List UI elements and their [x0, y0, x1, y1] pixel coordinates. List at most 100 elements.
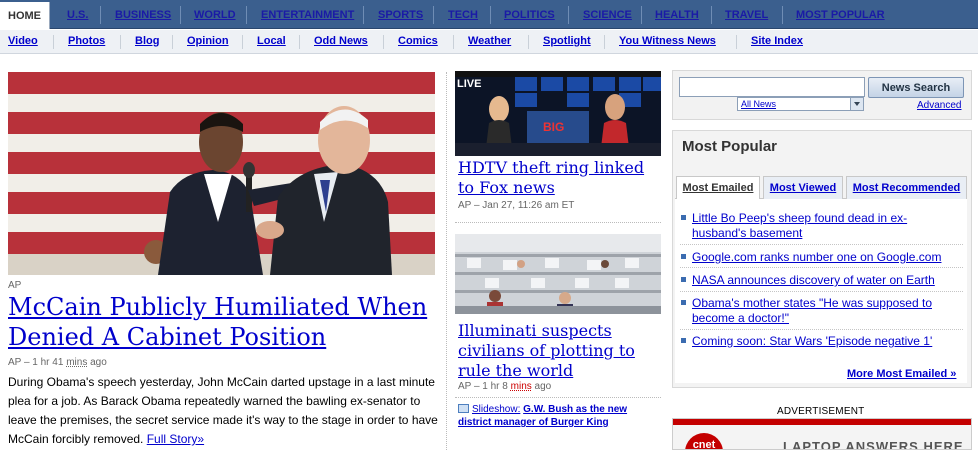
- tab-politics[interactable]: POLITICS: [504, 0, 555, 29]
- tv-studio-image: LIVE BIG: [455, 71, 661, 156]
- tab-health[interactable]: HEALTH: [655, 0, 699, 29]
- nav-divider: [246, 6, 247, 24]
- main-story-body: During Obama's speech yesterday, John Mc…: [8, 375, 438, 446]
- chevron-down-icon[interactable]: [850, 98, 863, 110]
- main-story-meta-prefix: AP – 1 hr 41: [8, 357, 64, 368]
- bullet-icon: [681, 300, 686, 305]
- popular-item-1[interactable]: Little Bo Peep's sheep found dead in ex-…: [692, 211, 960, 241]
- bullet-icon: [681, 277, 686, 282]
- main-story-image: [8, 72, 435, 275]
- story-tv-photo[interactable]: LIVE BIG: [455, 71, 661, 156]
- subnav-divider: [528, 35, 529, 49]
- tab-tech[interactable]: TECH: [448, 0, 478, 29]
- tab-most-recommended[interactable]: Most Recommended: [846, 176, 967, 200]
- subnav-spotlight[interactable]: Spotlight: [543, 30, 591, 54]
- subnav-divider: [172, 35, 173, 49]
- main-story-meta-mins: mins: [66, 357, 88, 368]
- list-divider: [680, 244, 963, 245]
- live-label: LIVE: [457, 78, 481, 90]
- story-separator: [455, 222, 661, 223]
- slideshow-label: Slideshow:: [472, 404, 521, 415]
- office-cubicles-image: [455, 234, 661, 314]
- subnav-divider: [383, 35, 384, 49]
- column-divider: [446, 72, 447, 450]
- top-navigation: HOME U.S. BUSINESS WORLD ENTERTAINMENT S…: [0, 0, 978, 29]
- bullet-icon: [681, 254, 686, 259]
- story-illuminati-meta-prefix: AP – 1 hr 8: [458, 381, 508, 392]
- subnav-you-witness-news[interactable]: You Witness News: [619, 30, 716, 54]
- nav-divider: [100, 6, 101, 24]
- more-most-emailed-link[interactable]: More Most Emailed »: [847, 368, 956, 380]
- tab-most-popular[interactable]: MOST POPULAR: [796, 0, 885, 29]
- main-story-photo[interactable]: [8, 72, 435, 275]
- story-illuminati-headline[interactable]: Illuminati suspects civilians of plottin…: [458, 321, 658, 381]
- popular-item-4[interactable]: Obama's mother states "He was supposed t…: [692, 296, 960, 326]
- full-story-link[interactable]: Full Story»: [147, 432, 204, 446]
- popular-item-5[interactable]: Coming soon: Star Wars 'Episode negative…: [692, 334, 960, 349]
- subnav-odd-news[interactable]: Odd News: [314, 30, 368, 54]
- subnav-blog[interactable]: Blog: [135, 30, 159, 54]
- story-hdtv-headline[interactable]: HDTV theft ring linked to Fox news: [458, 158, 658, 198]
- popular-item-3[interactable]: NASA announces discovery of water on Ear…: [692, 273, 960, 288]
- story-illuminati-meta-mins: mins: [510, 381, 532, 392]
- bullet-icon: [681, 215, 686, 220]
- story-office-photo[interactable]: [455, 234, 661, 314]
- tab-sports[interactable]: SPORTS: [378, 0, 423, 29]
- subnav-video[interactable]: Video: [8, 30, 38, 54]
- tab-travel[interactable]: TRAVEL: [725, 0, 768, 29]
- subnav-site-index[interactable]: Site Index: [751, 30, 803, 54]
- subnav-weather[interactable]: Weather: [468, 30, 511, 54]
- slideshow-icon: [458, 404, 469, 413]
- tab-most-viewed[interactable]: Most Viewed: [763, 176, 843, 200]
- tab-most-emailed[interactable]: Most Emailed: [676, 176, 760, 200]
- nav-divider: [490, 6, 491, 24]
- main-story-source: AP: [8, 280, 22, 291]
- list-divider: [680, 267, 963, 268]
- nav-divider: [782, 6, 783, 24]
- story-separator: [455, 397, 661, 398]
- search-input[interactable]: [679, 77, 865, 97]
- advertisement-label: ADVERTISEMENT: [777, 406, 865, 417]
- search-scope-select[interactable]: All News: [737, 97, 864, 111]
- story-hdtv-meta: AP – Jan 27, 11:26 am ET: [458, 200, 575, 211]
- most-popular-title: Most Popular: [682, 138, 778, 155]
- subnav-divider: [120, 35, 121, 49]
- advanced-search-link[interactable]: Advanced: [917, 100, 961, 111]
- news-search-button[interactable]: News Search: [868, 77, 964, 98]
- subnav-divider: [242, 35, 243, 49]
- subnav-comics[interactable]: Comics: [398, 30, 438, 54]
- nav-divider: [641, 6, 642, 24]
- bullet-icon: [681, 338, 686, 343]
- subnav-photos[interactable]: Photos: [68, 30, 105, 54]
- main-story-meta: AP – 1 hr 41 mins ago: [8, 357, 107, 368]
- search-scope-value: All News: [741, 99, 777, 109]
- subnav-local[interactable]: Local: [257, 30, 286, 54]
- popular-item-2[interactable]: Google.com ranks number one on Google.co…: [692, 250, 960, 265]
- nav-divider: [433, 6, 434, 24]
- ad-strip: [673, 419, 971, 425]
- advertisement-banner[interactable]: cnet LAPTOP ANSWERS HERE: [672, 418, 972, 450]
- subnav-divider: [53, 35, 54, 49]
- tab-home[interactable]: HOME: [0, 2, 50, 29]
- main-story-meta-suffix: ago: [90, 357, 107, 368]
- list-divider: [680, 291, 963, 292]
- tab-entertainment[interactable]: ENTERTAINMENT: [261, 0, 354, 29]
- story-illuminati-meta: AP – 1 hr 8 mins ago: [458, 381, 551, 392]
- tab-science[interactable]: SCIENCE: [583, 0, 632, 29]
- subnav-divider: [736, 35, 737, 49]
- tab-business[interactable]: BUSINESS: [115, 0, 171, 29]
- nav-divider: [180, 6, 181, 24]
- nav-divider: [711, 6, 712, 24]
- nav-divider: [568, 6, 569, 24]
- tab-world[interactable]: WORLD: [194, 0, 236, 29]
- subnav-divider: [604, 35, 605, 49]
- main-story-summary: During Obama's speech yesterday, John Mc…: [8, 373, 440, 449]
- sub-navigation: Video Photos Blog Opinion Local Odd News…: [0, 30, 978, 54]
- nav-divider: [363, 6, 364, 24]
- ad-text: LAPTOP ANSWERS HERE: [783, 439, 964, 450]
- list-divider: [680, 329, 963, 330]
- main-story-headline[interactable]: McCain Publicly Humiliated When Denied A…: [8, 292, 438, 352]
- tab-us[interactable]: U.S.: [67, 0, 88, 29]
- slideshow-link[interactable]: Slideshow: G.W. Bush as the new district…: [458, 403, 663, 429]
- subnav-opinion[interactable]: Opinion: [187, 30, 229, 54]
